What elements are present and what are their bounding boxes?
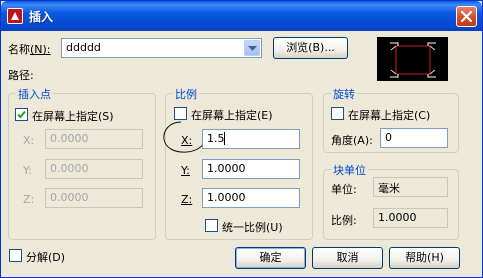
chevron-down-icon[interactable] xyxy=(244,40,260,56)
block-name-combobox[interactable]: ddddd xyxy=(61,38,262,58)
close-button[interactable] xyxy=(456,6,477,27)
scale-x-label: X: xyxy=(181,134,193,147)
name-label: 名称(N): xyxy=(8,43,51,56)
insertion-z-label: Z: xyxy=(23,193,35,206)
block-name-value: ddddd xyxy=(66,41,101,54)
scale-x-value: 1.5 xyxy=(207,132,225,145)
explode-checkbox[interactable] xyxy=(9,249,22,262)
browse-button[interactable]: 浏览(B)... xyxy=(273,37,348,59)
scale-y-field[interactable]: 1.0000 xyxy=(202,159,300,179)
scale-y-label: Y: xyxy=(181,164,190,177)
angle-label: 角度(A): xyxy=(331,134,373,147)
insertion-specify-label: 在屏幕上指定(S) xyxy=(32,110,114,123)
block-preview xyxy=(377,37,448,81)
checkmark-icon xyxy=(17,110,26,119)
help-button[interactable]: 帮助(H) xyxy=(389,247,460,269)
scale-title: 比例 xyxy=(173,86,199,102)
rotation-specify-checkbox[interactable] xyxy=(331,107,344,120)
insertion-x-label: X: xyxy=(23,134,35,147)
rotation-title: 旋转 xyxy=(331,86,357,102)
insert-dialog: 插入 名称(N): ddddd 浏览(B)... 路径: 插入点 在屏幕上指定(… xyxy=(0,0,483,278)
text-caret xyxy=(224,132,225,145)
unit-field: 毫米 xyxy=(373,177,448,197)
block-preview-graphic xyxy=(390,42,436,78)
explode-label: 分解(D) xyxy=(26,251,66,264)
insertion-y-field[interactable]: 0.0000 xyxy=(45,159,143,179)
scale-z-label: Z: xyxy=(181,193,193,206)
ok-button[interactable]: 确定 xyxy=(235,247,306,269)
insertion-z-field[interactable]: 0.0000 xyxy=(45,188,143,208)
factor-field: 1.0000 xyxy=(373,208,448,228)
dialog-title: 插入 xyxy=(29,10,54,24)
scale-z-field[interactable]: 1.0000 xyxy=(202,188,300,208)
uniform-scale-label: 统一比例(U) xyxy=(222,221,283,234)
autocad-app-icon xyxy=(7,8,23,24)
cancel-button[interactable]: 取消 xyxy=(312,247,383,269)
unit-label: 单位: xyxy=(331,183,357,196)
rotation-specify-label: 在屏幕上指定(C) xyxy=(348,109,431,122)
factor-label: 比例: xyxy=(331,214,357,227)
insertion-specify-checkbox[interactable] xyxy=(15,108,28,121)
scale-x-field[interactable]: 1.5 xyxy=(202,129,300,149)
block-unit-title: 块单位 xyxy=(331,162,368,178)
insertion-x-field[interactable]: 0.0000 xyxy=(45,129,143,149)
uniform-scale-checkbox[interactable] xyxy=(205,219,218,232)
angle-field[interactable]: 0 xyxy=(380,128,448,148)
path-label: 路径: xyxy=(8,69,34,82)
insertion-y-label: Y: xyxy=(23,164,32,177)
title-bar[interactable]: 插入 xyxy=(1,1,482,31)
close-icon xyxy=(461,11,472,22)
insertion-point-title: 插入点 xyxy=(16,86,53,102)
